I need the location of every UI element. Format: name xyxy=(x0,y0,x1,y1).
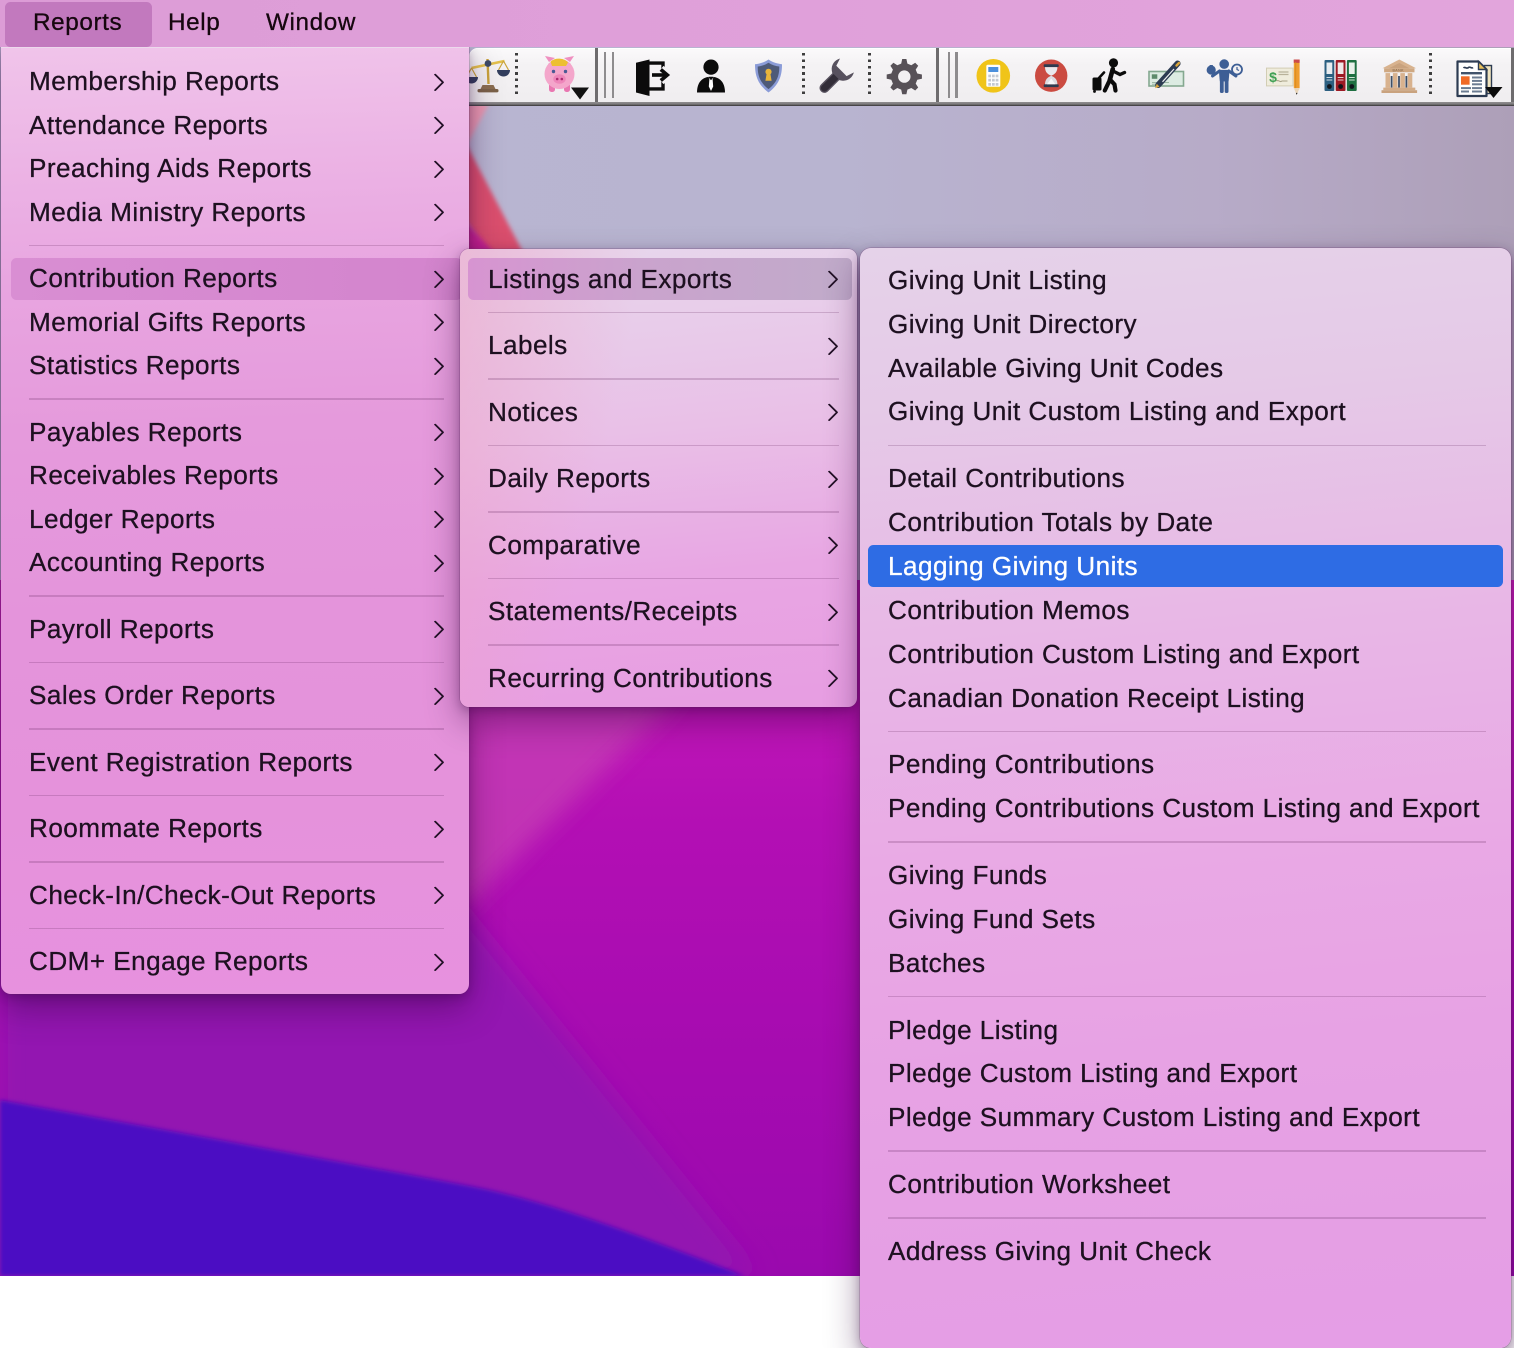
svg-text:$: $ xyxy=(1269,69,1277,85)
svg-text:BANK: BANK xyxy=(1392,68,1404,72)
